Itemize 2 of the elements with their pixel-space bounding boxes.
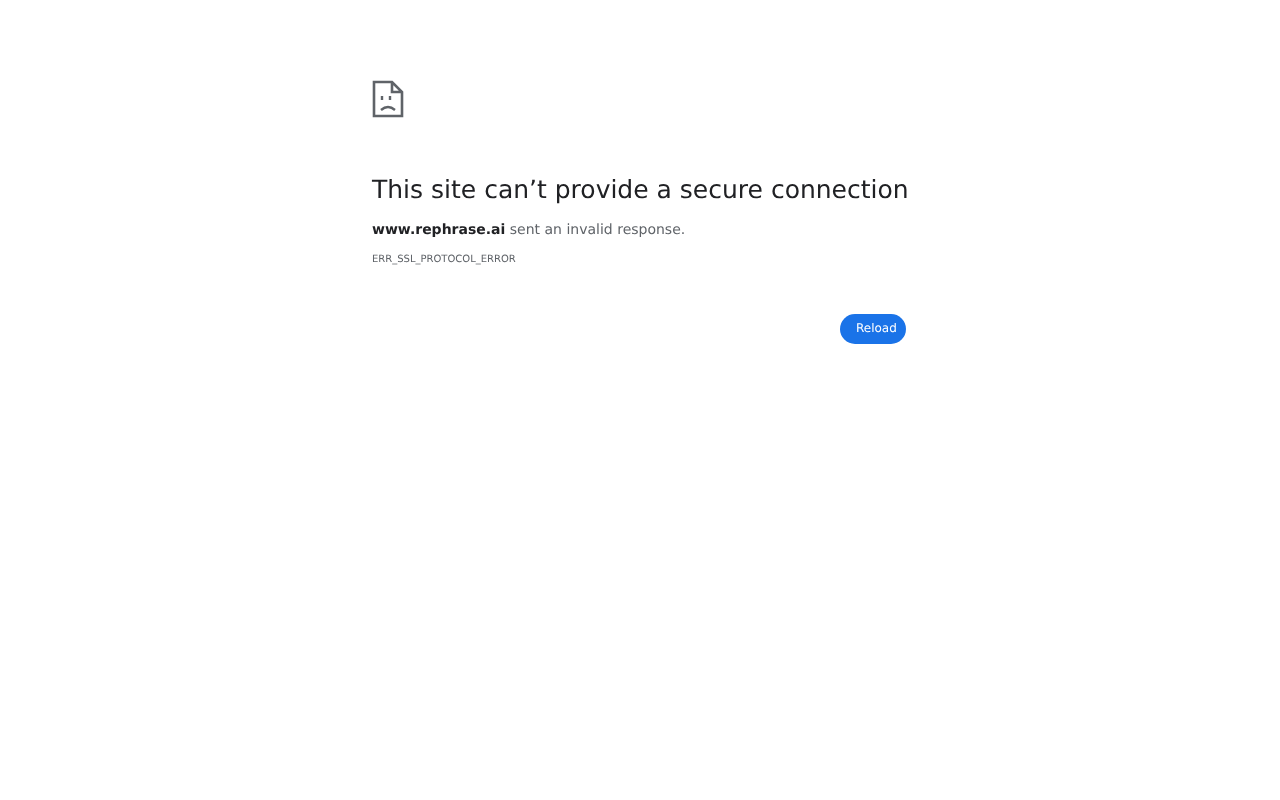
error-title: This site can’t provide a secure connection (372, 174, 909, 204)
sad-page-icon (372, 80, 404, 118)
